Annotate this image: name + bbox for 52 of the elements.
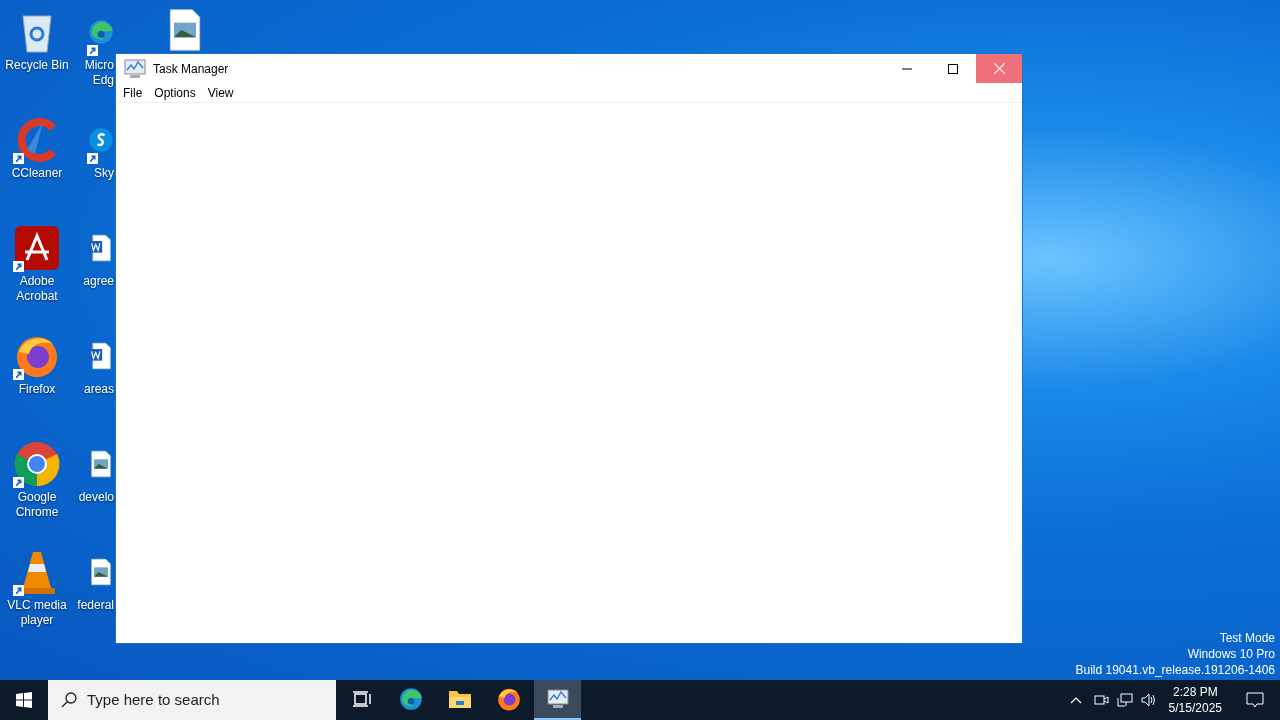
icon-label: areas [83, 382, 114, 397]
menu-item[interactable]: File [117, 83, 149, 102]
search-box[interactable]: Type here to search [48, 680, 336, 720]
close-icon [993, 63, 1005, 74]
shortcut-arrow-icon [13, 477, 24, 488]
task-view-icon [351, 689, 372, 709]
system-info-text: Windows 10 Pro [1187, 646, 1275, 662]
search-icon [61, 692, 77, 708]
icon-label: develo [78, 490, 114, 505]
maximize-icon [948, 63, 958, 74]
window-title: Task Manager [153, 60, 229, 78]
clock-date: 5/15/2025 [1168, 700, 1222, 716]
icon-label: Chrome [15, 505, 59, 520]
icon-label: federal [77, 598, 114, 613]
shortcut-arrow-icon [13, 369, 24, 380]
chrome-icon [13, 440, 61, 488]
menu-item[interactable]: Options [148, 83, 202, 102]
menu-item[interactable]: View [201, 83, 240, 102]
taskbar-app-button[interactable] [534, 680, 581, 720]
icon-label: Firefox [18, 382, 56, 397]
chevron-up-icon[interactable] [1069, 696, 1082, 704]
acrobat-icon [13, 224, 61, 272]
icon-label: Google [17, 490, 57, 505]
search-input[interactable]: Type here to search [87, 688, 317, 712]
volume-icon[interactable] [1140, 692, 1157, 708]
clock[interactable]: 2:28 PM 5/15/2025 [1160, 684, 1230, 716]
icon-label: VLC media [7, 598, 67, 613]
firefox-icon [495, 686, 522, 712]
notification-icon[interactable] [1246, 691, 1264, 709]
system-info-text: Build 19041.vb_release.191206-1406 [1075, 662, 1275, 678]
icon-label: Edg [92, 73, 114, 88]
shortcut-arrow-icon [13, 261, 24, 272]
icon-label: Adobe [19, 274, 55, 289]
icon-label: CCleaner [11, 166, 63, 181]
network-icon[interactable] [1116, 692, 1133, 708]
edge-icon [397, 686, 424, 712]
shortcut-arrow-icon [13, 153, 24, 164]
shortcut-arrow-icon [87, 45, 98, 56]
icon-label: Sky [94, 166, 114, 181]
camera-icon[interactable] [1092, 692, 1109, 708]
icon-label: Recycle Bin [5, 58, 69, 73]
icon-label: Micro [84, 58, 114, 73]
clock-time: 2:28 PM [1172, 684, 1218, 700]
shortcut-arrow-icon [13, 585, 24, 596]
shortcut-arrow-icon [87, 153, 98, 164]
desktop-shortcut-icon[interactable] [13, 440, 61, 488]
icon-label: Acrobat [16, 289, 58, 304]
icon-label: player [20, 613, 54, 628]
windows-logo-icon [16, 692, 32, 708]
desktop-shortcut-icon[interactable] [13, 224, 61, 272]
icon-label: agree [83, 274, 114, 289]
system-info-text: Test Mode [1219, 630, 1275, 646]
